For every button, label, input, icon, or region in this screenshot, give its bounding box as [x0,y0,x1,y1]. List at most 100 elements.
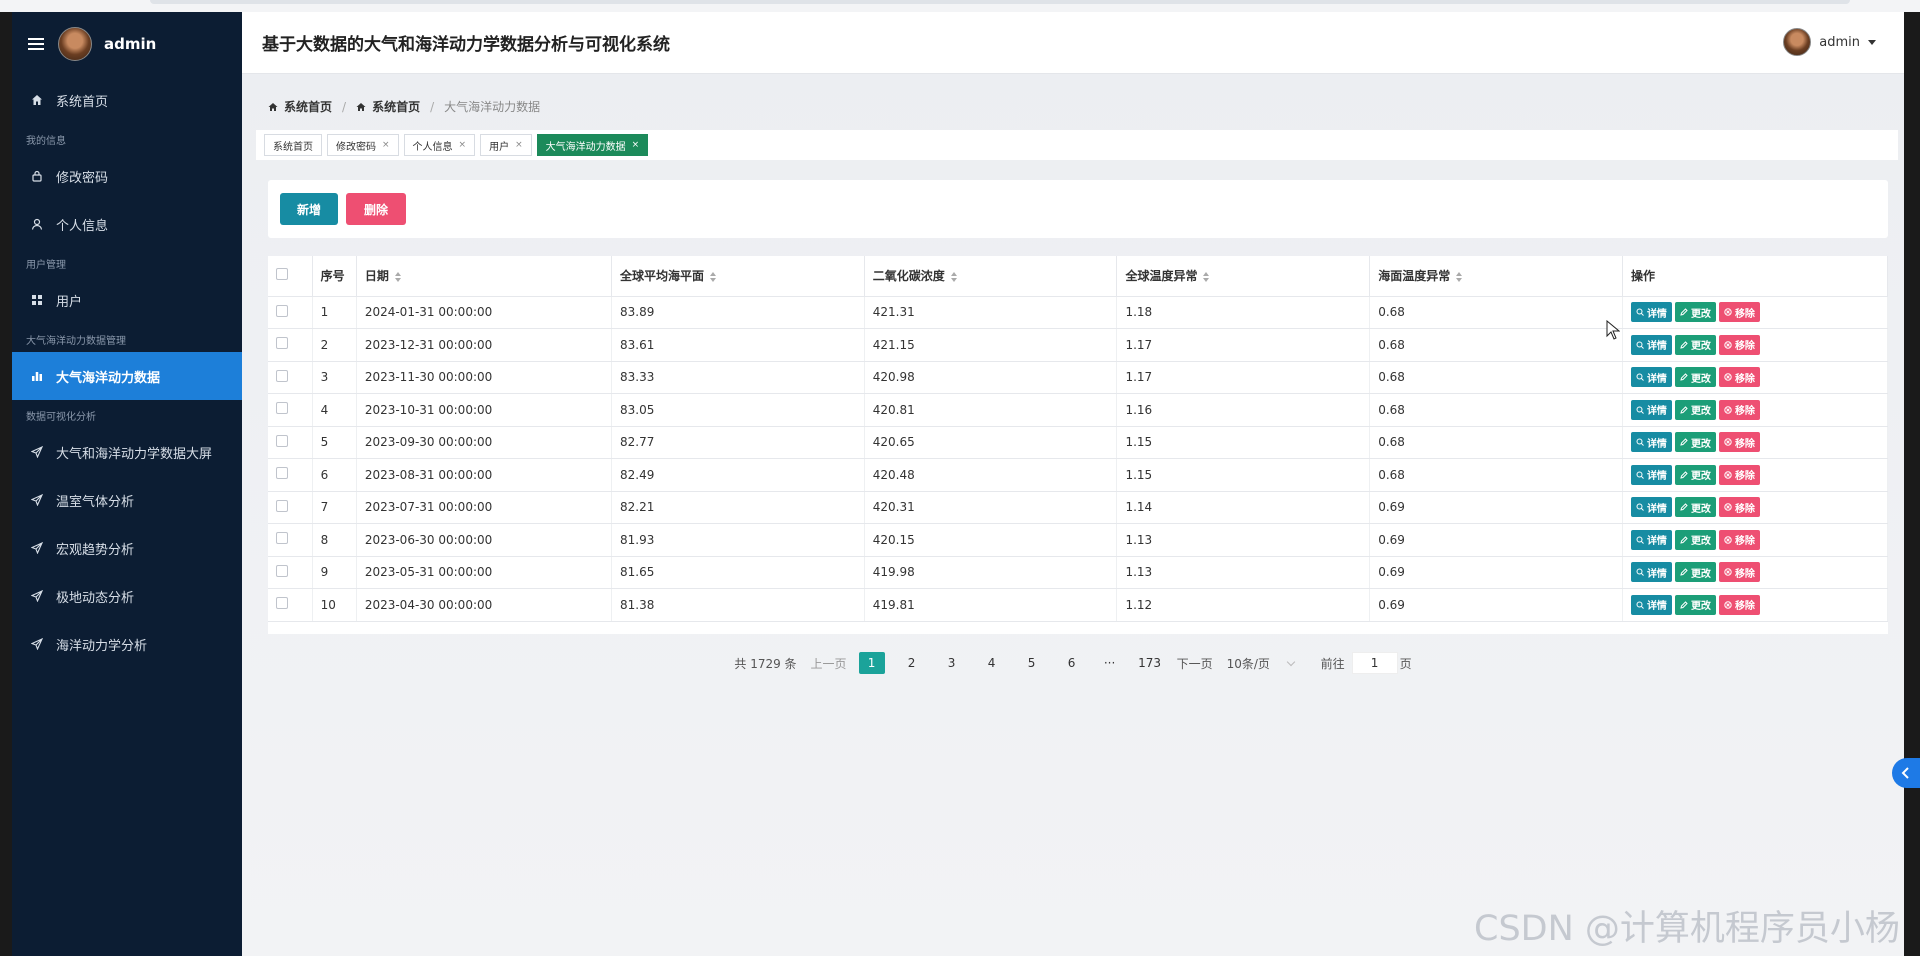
edit-button[interactable]: 更改 [1674,367,1716,388]
row-checkbox[interactable] [276,532,288,545]
sort-icon[interactable] [1203,271,1210,282]
edit-button[interactable]: 更改 [1674,302,1716,323]
sidebar-item[interactable]: 修改密码 [12,152,242,200]
view-button[interactable]: 详情 [1630,334,1672,355]
tab-tag[interactable]: 个人信息 × [403,134,476,156]
sidebar-item[interactable]: 系统首页 [12,76,242,124]
sidebar-item[interactable]: 个人信息 [12,200,242,248]
view-button[interactable]: 详情 [1630,399,1672,420]
view-button[interactable]: 详情 [1630,562,1672,583]
tab-tag[interactable]: 用户 × [480,134,532,156]
page-number[interactable]: 1 [858,652,885,674]
close-icon[interactable]: × [382,140,390,150]
sort-icon[interactable] [950,271,957,282]
breadcrumb-item[interactable]: 系统首页 [268,98,332,115]
table-cell: 7 [312,491,357,524]
view-button[interactable]: 详情 [1630,529,1672,550]
table-row: 1 2024-01-31 00:00:00 83.89 421.31 1.18 0.68 详… [268,296,1889,329]
page-size-select[interactable]: 10条/页 [1227,655,1307,672]
remove-button[interactable]: 移除 [1718,594,1760,615]
menu-group-label: 用户管理 [26,260,66,271]
edit-button[interactable]: 更改 [1674,432,1716,453]
breadcrumb-item[interactable]: 系统首页 [356,98,420,115]
sort-icon[interactable] [1456,271,1463,282]
sort-icon[interactable] [394,271,401,282]
sidebar-item[interactable]: 极地动态分析 [12,572,242,620]
edit-button[interactable]: 更改 [1674,334,1716,355]
view-button[interactable]: 详情 [1630,367,1672,388]
remove-button[interactable]: 移除 [1718,367,1760,388]
table-cell: 83.05 [611,393,865,427]
column-header[interactable]: 全球温度异常 [1116,256,1371,297]
sidebar-item[interactable]: 大气海洋动力数据 [12,352,242,400]
page-number[interactable]: 2 [899,652,925,674]
remove-button[interactable]: 移除 [1718,399,1760,420]
row-checkbox[interactable] [276,337,288,350]
add-button[interactable]: 新增 [280,193,338,225]
close-icon[interactable]: × [459,140,467,150]
page-number[interactable]: 6 [1059,652,1085,674]
row-checkbox[interactable] [276,499,288,512]
row-checkbox[interactable] [276,369,288,382]
view-button[interactable]: 详情 [1630,432,1672,453]
sidebar-item[interactable]: 宏观趋势分析 [12,524,242,572]
remove-button[interactable]: 移除 [1718,334,1760,355]
column-header[interactable]: 二氧化碳浓度 [864,256,1118,297]
sidebar-item[interactable]: 温室气体分析 [12,476,242,524]
mouse-cursor-icon [1606,320,1620,340]
table-row: 3 2023-11-30 00:00:00 83.33 420.98 1.17 0.68 详… [268,361,1889,394]
edit-button[interactable]: 更改 [1674,562,1716,583]
row-checkbox[interactable] [276,434,288,447]
sidebar-item[interactable]: 用户 [12,276,242,324]
sidebar-item[interactable]: 大气和海洋动力学数据大屏 [12,428,242,476]
close-icon[interactable]: × [515,140,523,150]
goto-page-input[interactable]: 1 [1351,652,1398,674]
row-checkbox[interactable] [276,597,288,610]
page-number[interactable]: 5 [1019,652,1045,674]
prev-page-button[interactable]: 上一页 [811,655,847,672]
next-page-button[interactable]: 下一页 [1177,655,1213,672]
hamburger-menu-icon[interactable] [28,38,44,50]
avatar[interactable] [58,27,92,61]
remove-button[interactable]: 移除 [1718,529,1760,550]
edit-button[interactable]: 更改 [1674,399,1716,420]
row-checkbox[interactable] [276,467,288,480]
remove-button[interactable]: 移除 [1718,562,1760,583]
edit-button[interactable]: 更改 [1674,529,1716,550]
page-ellipsis[interactable]: ··· [1097,652,1123,674]
edit-button[interactable]: 更改 [1674,464,1716,485]
tab-tag[interactable]: 系统首页 [264,134,322,156]
tab-tag[interactable]: 大气海洋动力数据 × [536,134,649,156]
column-header[interactable]: 日期 [356,256,613,297]
view-button[interactable]: 详情 [1630,594,1672,615]
edit-button[interactable]: 更改 [1674,497,1716,518]
remove-button[interactable]: 移除 [1718,497,1760,518]
row-checkbox[interactable] [276,304,288,317]
table-cell: 9 [312,556,357,589]
remove-button[interactable]: 移除 [1718,464,1760,485]
select-all-checkbox[interactable] [276,268,288,281]
row-checkbox[interactable] [276,402,288,415]
view-button[interactable]: 详情 [1630,497,1672,518]
close-icon[interactable]: × [632,140,640,150]
page-last[interactable]: 173 [1137,652,1163,674]
user-dropdown[interactable]: admin [1783,28,1876,56]
remove-button[interactable]: 移除 [1718,432,1760,453]
column-header-label: 日期 [364,269,389,284]
view-button[interactable]: 详情 [1630,302,1672,323]
tab-tag[interactable]: 修改密码 × [327,134,399,156]
tag-label: 大气海洋动力数据 [545,141,626,153]
page-number[interactable]: 4 [979,652,1005,674]
view-button[interactable]: 详情 [1630,464,1672,485]
row-checkbox[interactable] [276,564,288,577]
collapse-panel-button[interactable] [1892,758,1920,788]
remove-button[interactable]: 移除 [1718,302,1760,323]
sort-icon[interactable] [710,271,717,282]
column-header[interactable]: 全球平均海平面 [611,256,865,297]
sidebar-item[interactable]: 海洋动力学分析 [12,620,242,668]
table-cell: 0.68 [1369,361,1623,394]
column-header[interactable]: 海面温度异常 [1369,256,1623,297]
delete-button[interactable]: 删除 [346,193,406,225]
page-number[interactable]: 3 [939,652,965,674]
edit-button[interactable]: 更改 [1674,594,1716,615]
